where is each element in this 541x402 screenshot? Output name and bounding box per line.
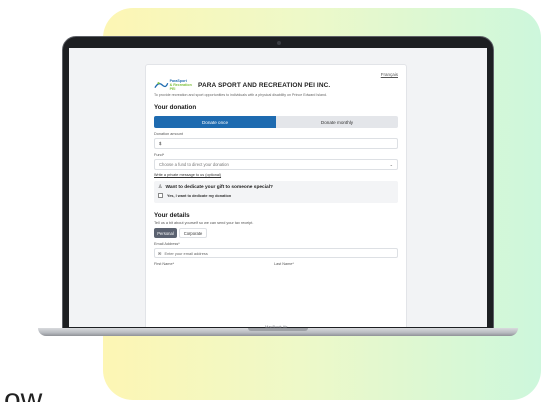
details-heading: Your details	[154, 212, 190, 219]
fund-label: Fund*	[154, 153, 165, 157]
donor-type-toggle: Personal Corporate	[154, 228, 398, 238]
donation-frequency-toggle: Donate once Donate monthly	[154, 116, 398, 128]
donate-monthly-button[interactable]: Donate monthly	[276, 116, 398, 128]
laptop-base	[38, 328, 518, 336]
laptop-screen: Français ParaSport & Recreation PEI PARA…	[69, 48, 487, 327]
email-input[interactable]: ✉ Enter your email address	[154, 248, 398, 258]
dedicate-checkbox[interactable]	[158, 193, 163, 198]
dedicate-checkbox-label: Yes, I want to dedicate my donation	[167, 193, 232, 198]
camera-dot	[277, 41, 281, 45]
gift-person-icon: ♙	[158, 184, 163, 190]
stage: ow Français ParaSport & Recreation PEI P…	[0, 0, 541, 402]
fund-placeholder: Choose a fund to direct your donation	[159, 162, 229, 167]
last-name-label: Last Name*	[274, 262, 294, 266]
amount-currency-symbol: $	[159, 141, 162, 146]
private-message-link[interactable]: Write a private message to us (optional)	[154, 173, 398, 177]
dedicate-title: Want to dedicate your gift to someone sp…	[165, 184, 273, 190]
donate-once-button[interactable]: Donate once	[154, 116, 276, 128]
org-logo: ParaSport & Recreation PEI	[154, 79, 196, 91]
details-subtitle: Tell us a bit about yourself so we can s…	[154, 221, 254, 225]
corporate-button[interactable]: Corporate	[179, 228, 207, 238]
device-label: MacBook Air	[265, 324, 288, 329]
personal-button[interactable]: Personal	[154, 228, 177, 238]
email-placeholder: Enter your email address	[164, 250, 208, 256]
chevron-down-icon: ⌄	[389, 162, 393, 167]
name-labels-row: First Name* Last Name*	[154, 262, 398, 266]
donation-form-card: Français ParaSport & Recreation PEI PARA…	[145, 64, 407, 327]
language-link[interactable]: Français	[381, 72, 398, 77]
dedicate-panel: ♙ Want to dedicate your gift to someone …	[154, 181, 398, 203]
logo-text-line2: & Recreation PEI	[169, 83, 192, 91]
org-tagline: To provide recreation and sport opportun…	[154, 93, 327, 97]
logo-text: ParaSport & Recreation PEI	[170, 79, 196, 91]
para-sport-logo-icon	[154, 82, 169, 89]
donation-heading: Your donation	[154, 104, 197, 111]
dedicate-checkbox-row[interactable]: Yes, I want to dedicate my donation	[158, 193, 394, 198]
donation-amount-input[interactable]: $	[154, 138, 398, 149]
first-name-label: First Name*	[154, 262, 175, 266]
fund-select[interactable]: Choose a fund to direct your donation ⌄	[154, 159, 398, 170]
mail-icon: ✉	[158, 250, 162, 256]
email-label: Email Address*	[154, 242, 180, 246]
laptop-lid: Français ParaSport & Recreation PEI PARA…	[62, 36, 494, 330]
donation-amount-label: Donation amount	[154, 132, 183, 136]
org-header: ParaSport & Recreation PEI PARA SPORT AN…	[154, 79, 398, 91]
org-name: PARA SPORT AND RECREATION PEI INC.	[198, 81, 331, 89]
cut-off-text: ow	[4, 383, 43, 402]
